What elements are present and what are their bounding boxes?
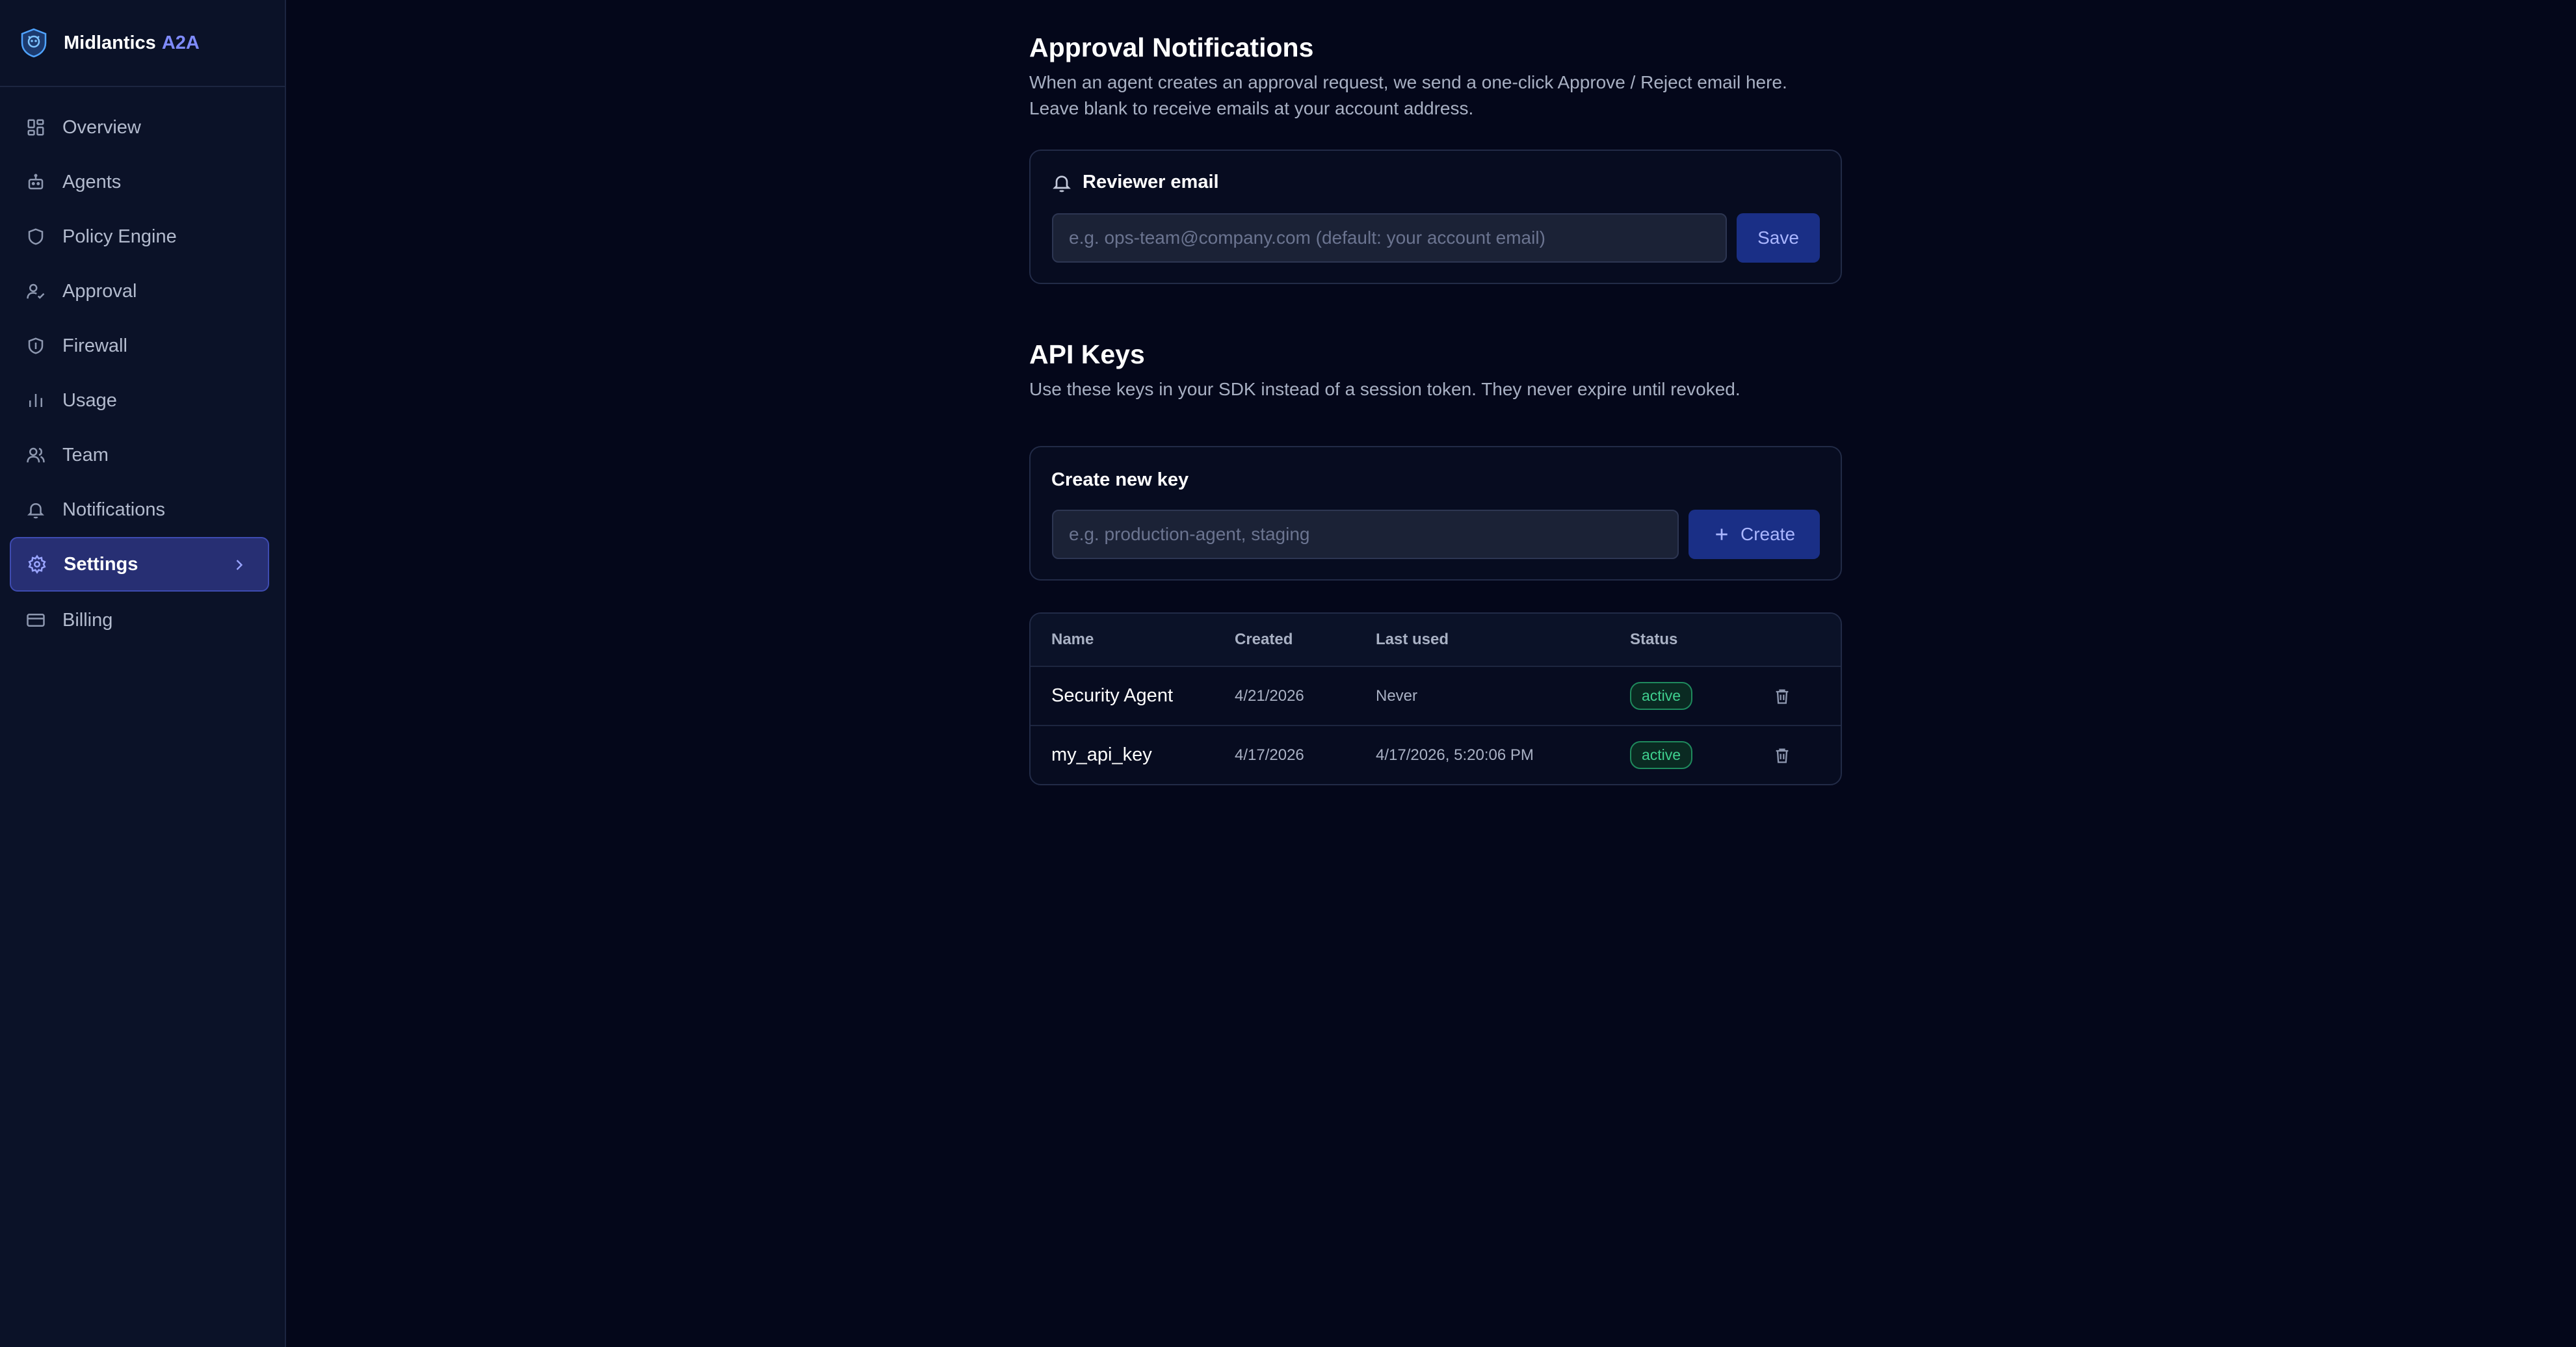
approval-title: Approval Notifications [1029,33,1314,62]
sidebar-item-billing[interactable]: Billing [0,593,285,647]
sidebar-item-notifications[interactable]: Notifications [0,482,285,537]
save-button[interactable]: Save [1737,213,1820,263]
grid-icon [26,118,46,137]
create-key-label: Create new key [1051,469,1189,490]
key-name: Security Agent [1051,685,1173,706]
key-name-input[interactable]: e.g. production-agent, staging [1052,510,1679,559]
bell-icon [1053,175,1071,192]
table-row: my_api_key 4/17/2026 4/17/2026, 5:20:06 … [1031,725,1841,784]
logo-icon [21,28,47,58]
sidebar-item-settings[interactable]: Settings [10,537,269,592]
sidebar-item-label: Approval [62,280,137,302]
create-key-button[interactable]: Create [1689,510,1820,559]
sidebar-item-firewall[interactable]: Firewall [0,319,285,373]
column-header-last-used: Last used [1376,631,1449,648]
user-check-icon [26,281,46,301]
sidebar-item-policy-engine[interactable]: Policy Engine [0,209,285,264]
sidebar-item-agents[interactable]: Agents [0,155,285,209]
bot-icon [26,172,46,192]
trash-icon [1776,689,1789,704]
sidebar-item-label: Settings [64,553,138,575]
sidebar-item-team[interactable]: Team [0,428,285,482]
sidebar-nav: Overview Agents Policy Engine Approval F… [0,87,285,647]
users-icon [26,445,46,465]
sidebar-item-label: Overview [62,116,141,138]
gear-icon [27,555,47,574]
delete-key-button[interactable] [1773,687,1825,705]
brand-name: Midlantics A2A [64,32,200,53]
api-keys-description: Use these keys in your SDK instead of a … [1029,379,1741,399]
sidebar-item-overview[interactable]: Overview [0,100,285,155]
sidebar: Midlantics A2A Overview Agents Policy Eng… [0,0,286,1347]
column-header-created: Created [1235,631,1293,648]
key-last-used: Never [1376,687,1418,705]
sidebar-item-approval[interactable]: Approval [0,264,285,319]
reviewer-email-card: Reviewer email e.g. ops-team@company.com… [1029,150,1842,284]
table-row: Security Agent 4/21/2026 Never active [1031,666,1841,725]
sidebar-item-label: Notifications [62,499,165,520]
trash-icon [1776,748,1789,763]
status-badge: active [1630,682,1693,710]
credit-card-icon [26,610,46,630]
table-header: Name Created Last used Status [1031,614,1841,666]
key-name: my_api_key [1051,744,1152,765]
bar-chart-icon [26,391,46,410]
sidebar-item-label: Billing [62,609,113,631]
reviewer-email-input[interactable]: e.g. ops-team@company.com (default: your… [1052,213,1727,263]
api-keys-section: API Keys Use these keys in your SDK inst… [1029,339,1842,402]
api-keys-table: Name Created Last used Status Security A… [1029,612,1842,785]
sidebar-item-label: Usage [62,389,117,411]
reviewer-email-label: Reviewer email [1051,172,1219,193]
create-key-card: Create new key e.g. production-agent, st… [1029,446,1842,581]
bell-icon [26,500,46,519]
key-last-used: 4/17/2026, 5:20:06 PM [1376,746,1534,764]
approval-description: When an agent creates an approval reques… [1029,72,1787,118]
shield-icon [26,227,46,246]
sidebar-item-label: Agents [62,171,122,192]
plus-icon [1716,529,1728,540]
sidebar-item-usage[interactable]: Usage [0,373,285,428]
column-header-status: Status [1630,631,1678,648]
api-keys-title: API Keys [1029,339,1145,369]
shield-icon [26,336,46,356]
approval-section: Approval Notifications When an agent cre… [1029,33,1842,122]
key-created: 4/21/2026 [1235,687,1304,705]
column-header-name: Name [1051,631,1094,648]
brand[interactable]: Midlantics A2A [0,0,285,87]
status-badge: active [1630,741,1693,769]
sidebar-item-label: Policy Engine [62,226,177,247]
delete-key-button[interactable] [1773,746,1825,765]
sidebar-item-label: Team [62,444,109,465]
sidebar-item-label: Firewall [62,335,127,356]
chevron-right-icon [230,556,248,574]
key-created: 4/17/2026 [1235,746,1304,764]
